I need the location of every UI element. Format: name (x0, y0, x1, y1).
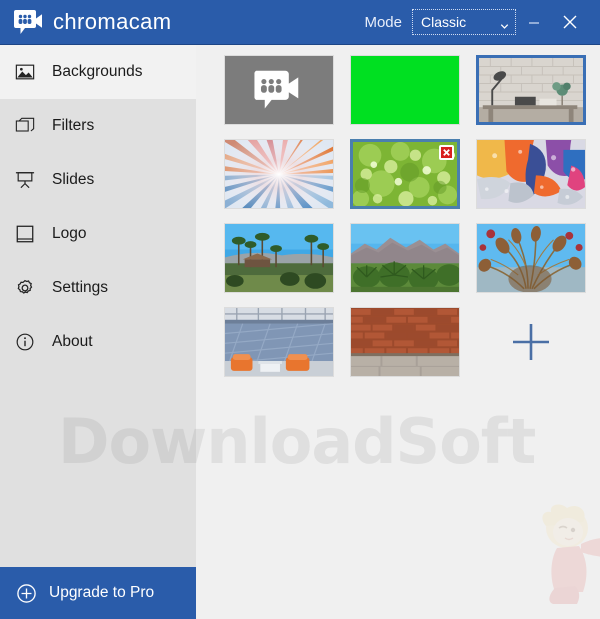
sidebar-item-label: Settings (52, 279, 109, 296)
anime-mascot-watermark (521, 500, 600, 605)
thumbnail-palm-closeup[interactable] (476, 223, 586, 293)
plus-circle-icon (16, 583, 37, 604)
thumbnail-abstract-color-art[interactable] (476, 139, 586, 209)
chevron-down-icon (500, 18, 509, 29)
sidebar-item-backgrounds[interactable]: Backgrounds (0, 45, 196, 99)
sidebar: Backgrounds Filters Slides Logo Settings… (0, 45, 196, 619)
mode-select[interactable]: Classic (412, 9, 516, 35)
info-icon (14, 331, 36, 353)
thumbnail-desk-brick-wall[interactable] (476, 55, 586, 125)
sidebar-item-label: Slides (52, 171, 95, 188)
sidebar-item-about[interactable]: About (0, 315, 196, 369)
backgrounds-panel (196, 45, 600, 619)
thumbnail-sunburst-rays[interactable] (224, 139, 334, 209)
sidebar-item-label: Filters (52, 117, 95, 134)
background-thumbnail-grid (224, 55, 586, 377)
thumbnail-palm-desert[interactable] (224, 223, 334, 293)
minimize-button[interactable] (516, 4, 552, 40)
sidebar-item-label: Logo (52, 225, 87, 242)
plus-icon (509, 320, 553, 364)
layers-icon (14, 115, 36, 137)
thumbnail-modern-lounge[interactable] (224, 307, 334, 377)
delete-icon[interactable] (439, 145, 454, 160)
upgrade-to-pro-button[interactable]: Upgrade to Pro (0, 567, 196, 619)
gear-icon (14, 277, 36, 299)
upgrade-label: Upgrade to Pro (49, 584, 155, 601)
thumbnail-green-screen[interactable] (350, 55, 460, 125)
sidebar-item-label: About (52, 333, 93, 350)
mode-label: Mode (364, 13, 402, 31)
sidebar-item-slides[interactable]: Slides (0, 153, 196, 207)
presentation-icon (14, 169, 36, 191)
close-button[interactable] (552, 4, 588, 40)
sidebar-item-settings[interactable]: Settings (0, 261, 196, 315)
app-brand: chromacam (14, 8, 172, 36)
mode-selected-value: Classic (421, 14, 467, 30)
chromacam-speech-video-icon (14, 8, 44, 36)
thumbnail-mountain-palms[interactable] (350, 223, 460, 293)
sidebar-item-filters[interactable]: Filters (0, 99, 196, 153)
thumbnail-brick-wall[interactable] (350, 307, 460, 377)
title-bar: chromacam Mode Classic (0, 0, 600, 45)
sidebar-nav: Backgrounds Filters Slides Logo Settings… (0, 45, 196, 567)
sidebar-item-logo[interactable]: Logo (0, 207, 196, 261)
thumbnail-green-bokeh[interactable] (350, 139, 460, 209)
square-logo-icon (14, 223, 36, 245)
thumbnail-chromacam-logo[interactable] (224, 55, 334, 125)
add-background-button[interactable] (476, 307, 586, 377)
image-icon (14, 61, 36, 83)
app-title: chromacam (53, 9, 172, 34)
window-body: Backgrounds Filters Slides Logo Settings… (0, 45, 600, 619)
chromacam-window: chromacam Mode Classic Backgrounds Filte… (0, 0, 600, 619)
sidebar-item-label: Backgrounds (52, 63, 143, 80)
